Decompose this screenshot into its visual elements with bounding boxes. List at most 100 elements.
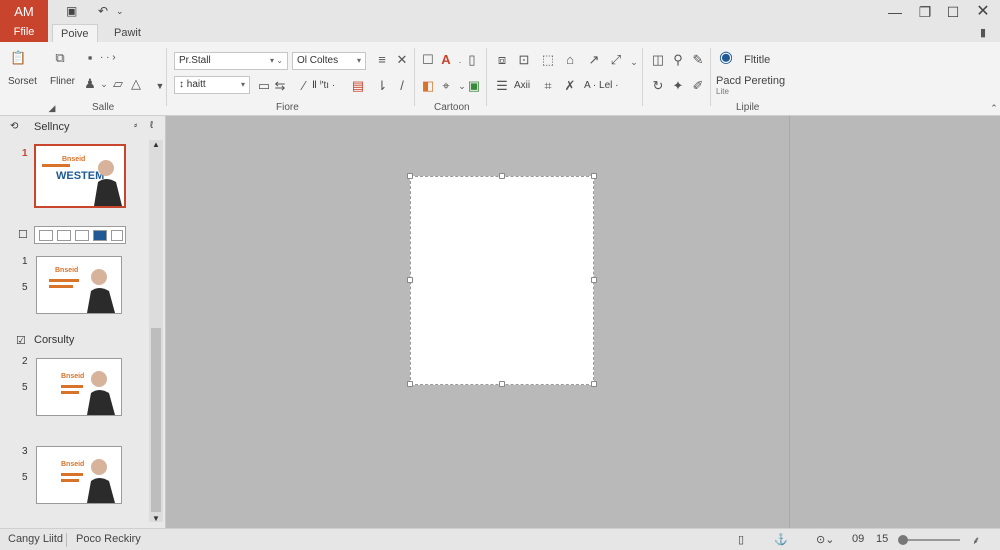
group-label-lipile: Lipile bbox=[736, 102, 760, 113]
arrange-label[interactable]: Axii bbox=[514, 80, 530, 91]
rectangle-icon[interactable]: ☐ bbox=[420, 52, 436, 68]
tab-poive[interactable]: Poive bbox=[52, 24, 98, 42]
slide-canvas[interactable] bbox=[167, 116, 789, 528]
status-language[interactable]: Poco Reckiry bbox=[76, 533, 141, 545]
status-slide-info: Cangy Liitd bbox=[8, 533, 64, 545]
right-title[interactable]: Fltitle bbox=[744, 54, 770, 66]
font-name-dropdown[interactable]: Pr.Stall ▾ ⌄ bbox=[174, 52, 288, 70]
close-pane-icon[interactable]: ℓ bbox=[150, 120, 153, 131]
pen-icon[interactable]: ✎ bbox=[690, 52, 706, 68]
layout-icon[interactable]: ▱ bbox=[110, 76, 126, 92]
dialog-launcher-icon[interactable]: ◢ bbox=[44, 100, 60, 116]
list-icon[interactable]: ☰ bbox=[494, 78, 510, 94]
file-tab[interactable]: Ffile bbox=[0, 26, 48, 38]
scroll-down-icon[interactable]: ▼ bbox=[152, 514, 160, 523]
group-icon[interactable]: ⊡ bbox=[516, 52, 532, 68]
font-size-dropdown[interactable]: ↕ haitt ▾ bbox=[174, 76, 250, 94]
select-icon[interactable]: ⬚ bbox=[540, 52, 556, 68]
copy-icon[interactable]: ⧉ bbox=[52, 50, 68, 66]
zoom-slider-knob[interactable] bbox=[898, 535, 908, 545]
comments-icon[interactable]: ⚓ bbox=[774, 533, 788, 546]
text-box-icon[interactable]: ▤ bbox=[350, 78, 366, 94]
pin-icon[interactable]: ⸗ bbox=[134, 120, 137, 131]
slide-thumbnail-1[interactable]: Bnseid WESTEM bbox=[34, 144, 126, 208]
save-icon[interactable]: ▣ bbox=[66, 4, 77, 18]
fill-icon[interactable]: ◧ bbox=[420, 78, 436, 94]
expand-icon[interactable]: ⤢ bbox=[608, 52, 624, 68]
slide-thumbnail-3[interactable]: Bnseid bbox=[36, 358, 122, 416]
draw-icon[interactable]: ✐ bbox=[690, 78, 706, 94]
tag-icon[interactable]: ⌗ bbox=[540, 78, 556, 94]
view-icon[interactable]: ⊙⌄ bbox=[816, 533, 834, 546]
mini-thumb bbox=[39, 230, 53, 241]
slide-strip[interactable] bbox=[34, 226, 126, 244]
app-logo[interactable]: AM Ffile bbox=[0, 0, 48, 42]
shapes-icon[interactable]: ◫ bbox=[650, 52, 666, 68]
scrollbar-thumb[interactable] bbox=[151, 328, 161, 512]
search-icon[interactable]: ⚲ bbox=[670, 52, 686, 68]
resize-handle[interactable] bbox=[407, 277, 413, 283]
transform-icon[interactable]: ⇆ bbox=[272, 78, 288, 94]
arrow-icon[interactable]: ↗ bbox=[586, 52, 602, 68]
zoom-slider[interactable] bbox=[900, 539, 960, 541]
notes-icon[interactable]: ▯ bbox=[738, 533, 744, 546]
green-square-icon[interactable]: ▣ bbox=[466, 78, 482, 94]
paste-icon[interactable]: 📋 bbox=[10, 50, 26, 66]
qat-dropdown-icon[interactable]: ⌄ bbox=[116, 6, 124, 17]
resize-handle[interactable] bbox=[407, 381, 413, 387]
restore-icon[interactable]: ❐ bbox=[910, 2, 940, 22]
arrange-icon[interactable]: ⧈ bbox=[494, 52, 510, 68]
scroll-up-icon[interactable]: ▲ bbox=[152, 140, 160, 149]
separator bbox=[710, 48, 711, 106]
resize-handle[interactable] bbox=[499, 173, 505, 179]
divider bbox=[66, 533, 67, 547]
separator bbox=[166, 48, 167, 106]
cut-icon[interactable]: ▪ bbox=[82, 50, 98, 66]
slide-thumbnail-4[interactable]: Bnseid bbox=[36, 446, 122, 504]
section-check-icon[interactable]: ☑ bbox=[16, 334, 26, 347]
collapse-ribbon-icon[interactable]: ⌃ bbox=[986, 100, 1000, 116]
minimize-icon[interactable]: — bbox=[880, 2, 910, 22]
sparkle-icon[interactable]: ✦ bbox=[670, 78, 686, 94]
resize-handle[interactable] bbox=[499, 381, 505, 387]
slash-icon[interactable]: / bbox=[394, 78, 410, 94]
resize-handle[interactable] bbox=[407, 173, 413, 179]
page-icon[interactable]: ▯ bbox=[464, 52, 480, 68]
x-icon[interactable]: ✗ bbox=[562, 78, 578, 94]
section-checkbox[interactable]: ☐ bbox=[18, 228, 28, 241]
thumb-bar bbox=[42, 164, 70, 167]
group-label-cartoon: Cartoon bbox=[434, 102, 470, 113]
globe-icon[interactable]: ◉ bbox=[718, 50, 734, 66]
title-bar: ▣ ↶ ⌄ — ❐ ☐ ✕ bbox=[0, 0, 1000, 24]
share-icon[interactable]: ▮ bbox=[980, 26, 986, 39]
right-subtitle[interactable]: Pacd Pereting bbox=[716, 75, 785, 87]
resize-handle[interactable] bbox=[591, 381, 597, 387]
slide-thumbnail-2[interactable]: Bnseid bbox=[36, 256, 122, 314]
pointer-icon[interactable]: ⌂ bbox=[562, 52, 578, 68]
thumb-text: Bnseid bbox=[61, 461, 85, 468]
tab-pawit[interactable]: Pawit bbox=[106, 24, 149, 42]
line-icon[interactable]: ⁄ bbox=[296, 78, 312, 94]
sorset-label[interactable]: Sorset bbox=[8, 76, 37, 87]
effects-icon[interactable]: ⌖ bbox=[438, 78, 454, 94]
back-icon[interactable]: ⟲ bbox=[10, 121, 18, 132]
fit-slide-icon[interactable]: ⸙ bbox=[972, 533, 980, 548]
resize-handle[interactable] bbox=[591, 277, 597, 283]
resize-handle[interactable] bbox=[591, 173, 597, 179]
color-dropdown[interactable]: Ol Coltes ▾ bbox=[292, 52, 366, 70]
more-dots[interactable]: · · › bbox=[100, 52, 116, 63]
close-format-icon[interactable]: ✕ bbox=[394, 52, 410, 68]
close-icon[interactable]: ✕ bbox=[968, 2, 998, 22]
tel-label[interactable]: A · Lel · bbox=[584, 80, 618, 91]
fliner-label[interactable]: Fliner bbox=[50, 76, 75, 87]
maximize-icon[interactable]: ☐ bbox=[938, 2, 968, 22]
refresh-icon[interactable]: ↻ bbox=[650, 78, 666, 94]
misc-label[interactable]: Ⅱ ᑊ'tı · bbox=[312, 80, 335, 91]
chevron-down-icon[interactable]: ⌄ bbox=[626, 54, 642, 70]
shape-icon[interactable]: ▭ bbox=[256, 78, 272, 94]
undo-icon[interactable]: ↶ bbox=[98, 4, 108, 18]
current-slide[interactable] bbox=[407, 173, 597, 387]
drop-icon[interactable]: ⇂ bbox=[374, 78, 390, 94]
triangle-icon[interactable]: △ bbox=[128, 76, 144, 92]
align-icon[interactable]: ≡ bbox=[374, 52, 390, 68]
